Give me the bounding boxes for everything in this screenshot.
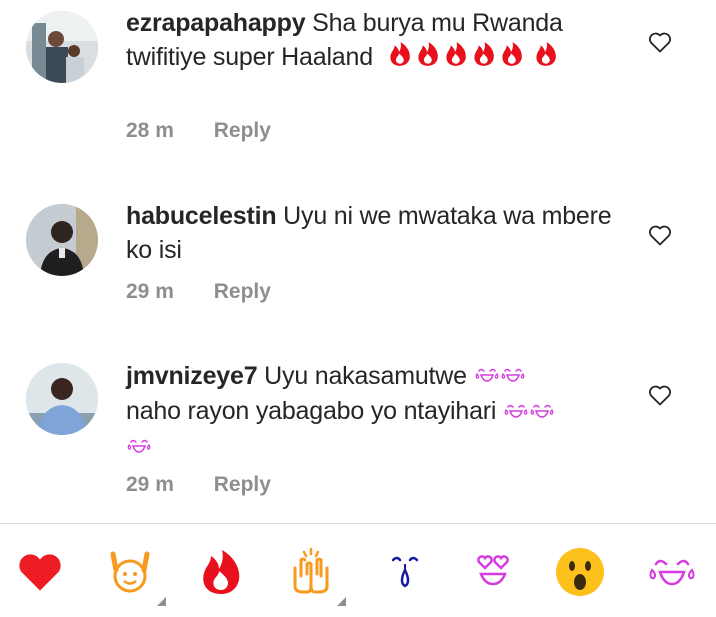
comment-username[interactable]: habucelestin (126, 202, 277, 230)
laughing-tears-icon (503, 396, 529, 430)
laughing-tears-icon (500, 360, 526, 394)
reply-button[interactable]: Reply (214, 473, 271, 496)
fire-icon (470, 40, 498, 77)
laughing-tears-icon (474, 360, 500, 394)
tears-of-joy-icon[interactable] (646, 546, 698, 598)
crying-face-icon[interactable] (379, 546, 431, 598)
variant-indicator (337, 597, 346, 606)
fire-icon (442, 40, 470, 77)
laughing-tears-icon (126, 431, 152, 465)
fire-icon (386, 40, 414, 77)
avatar[interactable] (26, 11, 98, 83)
astonished-face-icon[interactable] (554, 546, 606, 598)
comment-time: 29 m (126, 280, 174, 303)
heart-outline-icon[interactable] (648, 224, 672, 246)
clapping-hands-icon[interactable] (285, 546, 337, 598)
heart-outline-icon[interactable] (648, 31, 672, 53)
variant-indicator (157, 597, 166, 606)
fire-icon (532, 40, 560, 77)
comment-time: 28 m (126, 119, 174, 142)
comment-meta: 29 m Reply (126, 473, 271, 497)
comment-meta: 29 m Reply (126, 280, 271, 304)
comment-meta: 28 m Reply (126, 119, 271, 143)
reply-button[interactable]: Reply (214, 119, 271, 142)
comment-time: 29 m (126, 473, 174, 496)
raising-hands-icon[interactable] (104, 546, 156, 598)
laughing-tears-icon (529, 396, 555, 430)
red-heart-icon[interactable] (14, 546, 66, 598)
fire-icon (414, 40, 442, 77)
fire-icon (498, 40, 526, 77)
heart-eyes-icon[interactable] (467, 546, 519, 598)
heart-outline-icon[interactable] (648, 384, 672, 406)
comment-text: habucelestin Uyu ni we mwataka wa mbere … (126, 199, 616, 267)
reply-button[interactable]: Reply (214, 280, 271, 303)
comment-username[interactable]: jmvnizeye7 (126, 362, 258, 390)
comment-text: jmvnizeye7 Uyu nakasamutwe naho rayon ya… (126, 359, 616, 465)
avatar[interactable] (26, 363, 98, 435)
comment-text: ezrapapahappy Sha burya mu Rwanda twifit… (126, 6, 616, 77)
fire-icon[interactable] (195, 546, 247, 598)
comment-username[interactable]: ezrapapahappy (126, 9, 306, 37)
emoji-quick-bar (0, 524, 716, 617)
avatar[interactable] (26, 204, 98, 276)
emoji-trail (386, 42, 561, 71)
